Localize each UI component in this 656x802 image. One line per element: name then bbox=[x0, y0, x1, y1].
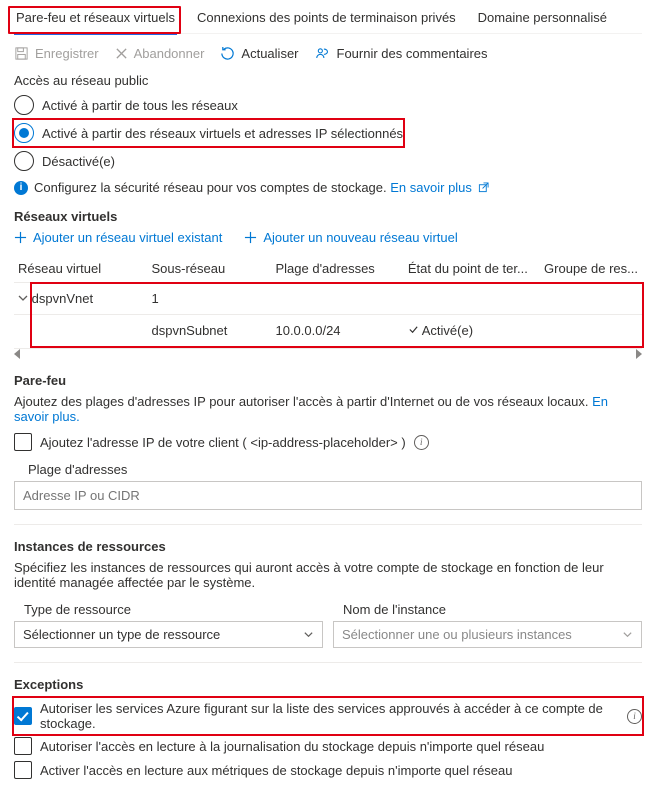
feedback-button[interactable]: Fournir des commentaires bbox=[315, 46, 488, 61]
discard-button[interactable]: Abandonner bbox=[115, 46, 205, 61]
info-outline-icon[interactable]: i bbox=[627, 709, 642, 724]
refresh-icon bbox=[220, 46, 235, 61]
table-row[interactable]: dspvnSubnet 10.0.0.0/24 Activé(e) bbox=[14, 315, 642, 347]
save-icon bbox=[14, 46, 29, 61]
exceptions-title: Exceptions bbox=[14, 677, 642, 692]
horizontal-scrollbar[interactable] bbox=[14, 348, 642, 359]
exception-metrics-checkbox[interactable] bbox=[14, 761, 32, 779]
tab-custom-domain[interactable]: Domaine personnalisé bbox=[476, 10, 609, 33]
address-range-label: Plage d'adresses bbox=[14, 462, 642, 477]
chevron-down-icon bbox=[18, 293, 28, 303]
command-bar: Enregistrer Abandonner Actualiser Fourni… bbox=[14, 34, 642, 67]
exception-trusted-azure-checkbox[interactable] bbox=[14, 707, 32, 725]
tab-private-endpoint[interactable]: Connexions des points de terminaison pri… bbox=[195, 10, 458, 33]
resource-instances-title: Instances de ressources bbox=[14, 539, 642, 554]
refresh-button[interactable]: Actualiser bbox=[220, 46, 298, 61]
plus-icon bbox=[14, 231, 27, 244]
address-range-input[interactable] bbox=[14, 481, 642, 510]
resource-type-select[interactable]: Sélectionner un type de ressource bbox=[14, 621, 323, 648]
add-client-ip-checkbox[interactable] bbox=[14, 433, 32, 451]
vnets-table: Réseau virtuel Sous-réseau Plage d'adres… bbox=[14, 255, 642, 346]
radio-all-networks[interactable] bbox=[14, 95, 34, 115]
check-icon bbox=[408, 324, 419, 335]
radio-disabled[interactable] bbox=[14, 151, 34, 171]
save-button[interactable]: Enregistrer bbox=[14, 46, 99, 61]
exception-logging-checkbox[interactable] bbox=[14, 737, 32, 755]
feedback-icon bbox=[315, 46, 331, 61]
radio-selected-networks[interactable] bbox=[14, 123, 34, 143]
info-icon: i bbox=[14, 181, 28, 195]
info-outline-icon[interactable]: i bbox=[414, 435, 429, 450]
vnets-title: Réseaux virtuels bbox=[14, 209, 642, 224]
tabs: Pare-feu et réseaux virtuels Connexions … bbox=[14, 0, 642, 34]
plus-icon bbox=[244, 231, 257, 244]
external-link-icon bbox=[478, 182, 489, 193]
instance-name-select[interactable]: Sélectionner une ou plusieurs instances bbox=[333, 621, 642, 648]
tab-firewall[interactable]: Pare-feu et réseaux virtuels bbox=[14, 10, 177, 35]
chevron-down-icon bbox=[622, 629, 633, 640]
public-access-title: Accès au réseau public bbox=[14, 73, 642, 88]
table-row[interactable]: dspvnVnet 1 bbox=[14, 283, 642, 315]
learn-more-link[interactable]: En savoir plus bbox=[390, 180, 488, 195]
add-new-vnet-button[interactable]: Ajouter un nouveau réseau virtuel bbox=[244, 230, 457, 245]
chevron-down-icon bbox=[303, 629, 314, 640]
close-icon bbox=[115, 47, 128, 60]
add-existing-vnet-button[interactable]: Ajouter un réseau virtuel existant bbox=[14, 230, 222, 245]
firewall-title: Pare-feu bbox=[14, 373, 642, 388]
